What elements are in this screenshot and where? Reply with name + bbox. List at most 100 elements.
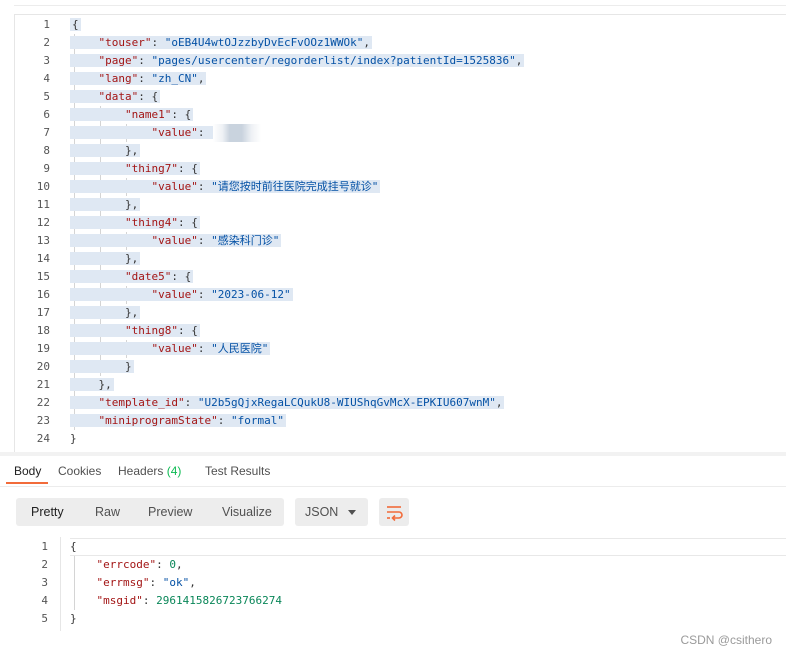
current-line-highlight — [70, 538, 786, 556]
code-line: "errcode": 0, — [96, 558, 183, 571]
pane-resize-handle[interactable] — [0, 452, 786, 456]
headers-count-badge: (4) — [166, 464, 182, 478]
json-string: "请您按时前往医院完成挂号就诊" — [211, 180, 379, 193]
code-line: "value": "请您按时前往医院完成挂号就诊" — [70, 178, 381, 196]
request-body-editor[interactable]: 1 2 3 4 5 6 7 8 9 10 11 12 13 14 15 16 1… — [0, 0, 786, 452]
code-line: { — [70, 540, 77, 553]
line-number: 24 — [36, 432, 50, 445]
response-tabs: Body Cookies Headers (4) Test Results — [0, 458, 786, 488]
line-number: 15 — [36, 270, 50, 283]
json-key: "errmsg" — [96, 576, 150, 589]
json-key: "miniprogramState" — [98, 414, 218, 427]
wrap-lines-icon — [387, 506, 403, 522]
code-line: }, — [70, 198, 141, 211]
json-key: "thing7" — [124, 162, 178, 175]
code-line: "thing4": { — [70, 214, 200, 232]
line-number: 20 — [36, 360, 50, 373]
raw-button[interactable]: Raw — [95, 498, 120, 526]
tab-test-results[interactable]: Test Results — [205, 458, 270, 484]
code-line: "data": { — [70, 88, 161, 106]
json-string: "pages/usercenter/regorderlist/index?pat… — [151, 54, 516, 67]
code-line: "thing8": { — [70, 322, 200, 340]
json-string: "zh_CN" — [151, 72, 198, 85]
json-key: "template_id" — [98, 396, 185, 409]
code-line: "value": "2023-06-12" — [70, 286, 293, 304]
line-number: 1 — [41, 540, 48, 553]
line-number: 12 — [36, 216, 50, 229]
code-line: }, — [70, 252, 141, 265]
line-number: 13 — [36, 234, 50, 247]
code-line: } — [70, 360, 134, 373]
json-number: 0 — [169, 558, 176, 571]
line-number: 4 — [43, 72, 50, 85]
line-number: 3 — [41, 576, 48, 589]
code-line: "touser": "oEB4U4wtOJzzbyDvEcFvOOz1WWOk"… — [70, 34, 373, 52]
line-number: 16 — [36, 288, 50, 301]
json-key: "date5" — [124, 270, 172, 283]
line-number: 18 — [36, 324, 50, 337]
active-tab-indicator — [6, 482, 48, 484]
json-key: "page" — [98, 54, 139, 67]
line-number: 4 — [41, 594, 48, 607]
line-number: 19 — [36, 342, 50, 355]
json-key: "thing4" — [124, 216, 178, 229]
line-number: 11 — [36, 198, 50, 211]
chevron-down-icon — [348, 510, 356, 515]
tab-headers[interactable]: Headers (4) — [118, 458, 181, 484]
json-string: "U2b5gQjxRegaLCQukU8-WIUShqGvMcX-EPKIU60… — [197, 396, 496, 409]
tabs-divider — [0, 486, 786, 487]
json-key: "thing8" — [124, 324, 178, 337]
line-number: 10 — [36, 180, 50, 193]
code-line: } — [70, 432, 77, 445]
json-key: "value" — [151, 288, 198, 301]
json-key: "value" — [151, 234, 198, 247]
tab-cookies[interactable]: Cookies — [58, 458, 101, 484]
json-string: "ok" — [162, 576, 190, 589]
code-line: }, — [70, 144, 141, 157]
json-key: "errcode" — [96, 558, 157, 571]
json-key: "data" — [98, 90, 139, 103]
line-number: 6 — [43, 108, 50, 121]
code-line: "msgid": 2961415826723766274 — [96, 594, 282, 607]
editor-top-divider — [14, 5, 786, 6]
code-line: "template_id": "U2b5gQjxRegaLCQukU8-WIUS… — [70, 394, 505, 412]
line-number: 3 — [43, 54, 50, 67]
line-number: 14 — [36, 252, 50, 265]
code-line: "thing7": { — [70, 160, 200, 178]
code-line: } — [70, 612, 77, 625]
json-string: "人民医院" — [211, 342, 269, 355]
tab-headers-label: Headers — [118, 464, 164, 478]
code-line: { — [70, 18, 81, 31]
line-number: 5 — [43, 90, 50, 103]
watermark: CSDN @csithero — [680, 633, 772, 647]
json-string: "formal" — [230, 414, 284, 427]
tab-body[interactable]: Body — [14, 458, 41, 484]
line-number: 8 — [43, 144, 50, 157]
code-line: "name1": { — [70, 106, 194, 124]
line-number: 5 — [41, 612, 48, 625]
code-line: "value": — [70, 124, 262, 142]
code-line: "errmsg": "ok", — [96, 576, 196, 589]
wrap-lines-button[interactable] — [379, 498, 409, 526]
preview-button[interactable]: Preview — [148, 498, 192, 526]
line-number: 2 — [43, 36, 50, 49]
json-key: "msgid" — [96, 594, 143, 607]
json-key: "value" — [151, 180, 198, 193]
line-number: 9 — [43, 162, 50, 175]
code-line: }, — [70, 306, 141, 319]
pretty-button[interactable]: Pretty — [31, 498, 64, 526]
json-key: "name1" — [124, 108, 172, 121]
json-string: "oEB4U4wtOJzzbyDvEcFvOOz1WWOk" — [164, 36, 364, 49]
visualize-button[interactable]: Visualize — [222, 498, 272, 526]
code-line: "lang": "zh_CN", — [70, 70, 207, 88]
json-key: "value" — [151, 342, 198, 355]
json-key: "touser" — [98, 36, 152, 49]
json-key: "lang" — [98, 72, 139, 85]
line-number: 1 — [43, 18, 50, 31]
redacted-value — [213, 124, 262, 142]
format-dropdown[interactable]: JSON — [295, 498, 368, 526]
line-number: 23 — [36, 414, 50, 427]
code-line: }, — [70, 378, 114, 391]
line-number: 17 — [36, 306, 50, 319]
code-line: "value": "人民医院" — [70, 340, 271, 358]
